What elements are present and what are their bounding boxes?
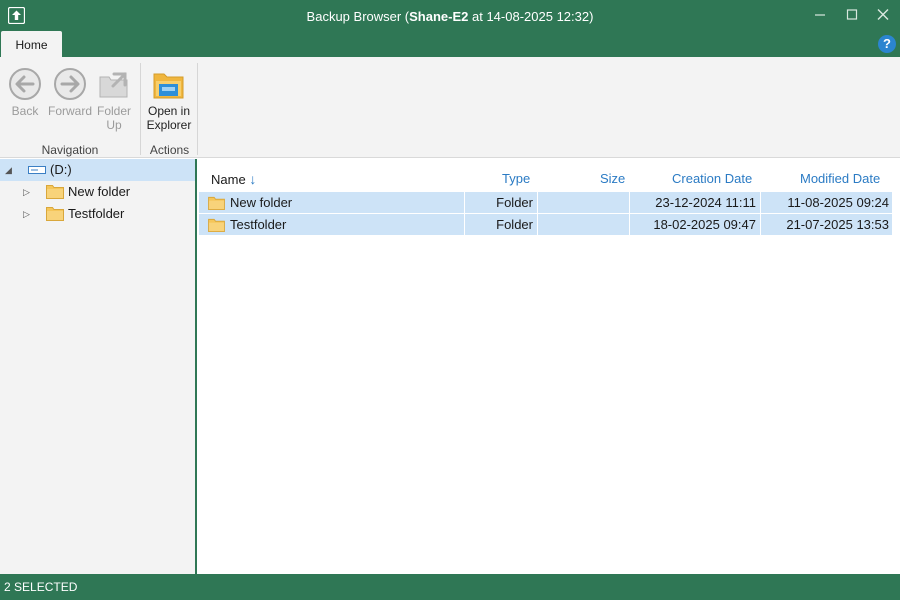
back-arrow-icon bbox=[9, 68, 41, 100]
ribbon-group-divider bbox=[197, 63, 198, 155]
folder-tree: ◢ (D:) ▷ New folder ▷ Testfolder bbox=[0, 159, 197, 574]
folder-up-icon bbox=[99, 72, 128, 98]
column-header-type[interactable]: Type bbox=[502, 171, 530, 186]
open-in-explorer-label-line1: Open in bbox=[147, 104, 191, 118]
window-title: Backup Browser (Shane-E2 at 14-08-2025 1… bbox=[306, 9, 594, 24]
column-header-size[interactable]: Size bbox=[600, 171, 625, 186]
navigation-group-label: Navigation bbox=[41, 143, 99, 157]
column-header-modified-date[interactable]: Modified Date bbox=[800, 171, 880, 186]
tab-home[interactable]: Home bbox=[1, 31, 62, 58]
file-list: Name ↓ Type Size Creation Date Modified … bbox=[199, 159, 900, 574]
ribbon: Back Forward Folder Up Navigation Open i… bbox=[0, 57, 900, 158]
open-in-explorer-button[interactable]: Open in Explorer bbox=[143, 69, 195, 132]
status-bar: 2 SELECTED bbox=[0, 574, 900, 600]
forward-label: Forward bbox=[47, 104, 92, 118]
column-header-name[interactable]: Name ↓ bbox=[211, 171, 256, 187]
sort-descending-icon: ↓ bbox=[249, 171, 257, 187]
cell-name: New folder bbox=[199, 192, 465, 213]
close-button[interactable] bbox=[870, 4, 896, 26]
minimize-icon bbox=[815, 14, 825, 16]
help-icon[interactable]: ? bbox=[878, 35, 896, 53]
folder-icon bbox=[208, 196, 225, 210]
tree-item-label: Testfolder bbox=[68, 206, 125, 221]
cell-modified-date: 11-08-2025 09:24 bbox=[787, 195, 889, 210]
column-header-creation-date[interactable]: Creation Date bbox=[672, 171, 752, 186]
folder-icon bbox=[208, 218, 225, 232]
expanded-arrow-icon[interactable]: ◢ bbox=[5, 159, 12, 181]
forward-arrow-icon bbox=[54, 68, 86, 100]
maximize-icon bbox=[846, 9, 858, 20]
cell-size bbox=[538, 214, 630, 235]
tree-item-drive-d[interactable]: ◢ (D:) bbox=[0, 159, 195, 181]
cell-size bbox=[538, 192, 630, 213]
table-row[interactable]: Testfolder Folder 18-02-2025 09:47 21-07… bbox=[199, 214, 892, 235]
maximize-button[interactable] bbox=[839, 4, 865, 26]
folder-up-button[interactable]: Folder Up bbox=[94, 67, 134, 132]
ribbon-tab-row: Home ? bbox=[0, 31, 900, 58]
cell-type: Folder bbox=[465, 214, 538, 235]
status-text: 2 SELECTED bbox=[4, 580, 78, 594]
close-icon bbox=[877, 9, 889, 20]
cell-creation-date: 18-02-2025 09:47 bbox=[630, 214, 761, 235]
folder-up-label-line2: Up bbox=[106, 118, 122, 132]
collapsed-arrow-icon[interactable]: ▷ bbox=[23, 181, 30, 203]
cell-modified-date: 21-07-2025 13:53 bbox=[786, 217, 889, 232]
tree-item-label: (D:) bbox=[50, 162, 72, 177]
title-bar: Backup Browser (Shane-E2 at 14-08-2025 1… bbox=[0, 0, 900, 31]
open-in-explorer-icon bbox=[153, 73, 184, 99]
actions-group-label: Actions bbox=[149, 143, 190, 157]
table-row[interactable]: New folder Folder 23-12-2024 11:11 11-08… bbox=[199, 192, 892, 213]
folder-icon bbox=[46, 207, 64, 221]
folder-up-label-line1: Folder bbox=[96, 104, 131, 118]
drive-icon bbox=[28, 166, 46, 174]
cell-creation-date: 23-12-2024 11:11 bbox=[630, 192, 761, 213]
back-label: Back bbox=[11, 104, 39, 118]
cell-name: Testfolder bbox=[199, 214, 465, 235]
forward-button[interactable]: Forward bbox=[47, 67, 93, 118]
minimize-button[interactable] bbox=[807, 4, 833, 26]
back-button[interactable]: Back bbox=[4, 67, 46, 118]
ribbon-group-divider bbox=[140, 63, 141, 155]
tree-item-testfolder[interactable]: ▷ Testfolder bbox=[0, 203, 195, 225]
collapsed-arrow-icon[interactable]: ▷ bbox=[23, 203, 30, 225]
open-in-explorer-label-line2: Explorer bbox=[146, 118, 192, 132]
tree-item-label: New folder bbox=[68, 184, 131, 199]
cell-type: Folder bbox=[465, 192, 538, 213]
folder-icon bbox=[46, 185, 64, 199]
tree-item-new-folder[interactable]: ▷ New folder bbox=[0, 181, 195, 203]
